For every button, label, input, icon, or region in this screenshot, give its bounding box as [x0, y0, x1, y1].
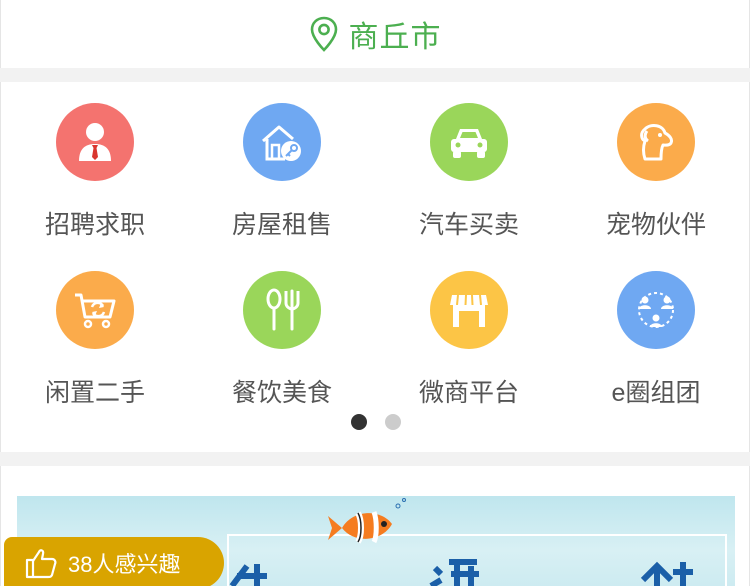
category-microbusiness[interactable]: 微商平台: [389, 271, 549, 421]
category-label: 汽车买卖: [418, 211, 519, 239]
banner-title-glyph: [229, 564, 267, 586]
category-food[interactable]: 餐饮美食: [202, 271, 362, 421]
category-label: 宠物伙伴: [605, 211, 706, 239]
category-grid: 招聘求职 房屋租售 汽车买卖 宠物伙伴 闲置二手 餐饮美食 微商平台 e圈组团: [0, 82, 750, 452]
pet-dog-icon: [617, 103, 695, 181]
banner-title-glyph: [429, 559, 479, 586]
spoon-fork-icon: [243, 271, 321, 349]
category-label: 微商平台: [418, 379, 519, 407]
page-dot-2[interactable]: [385, 414, 401, 430]
group-circle-icon: [617, 271, 695, 349]
recycle-cart-icon: [56, 271, 134, 349]
city-name: 商丘市: [348, 21, 442, 54]
page-indicator: [1, 414, 750, 434]
thumbs-up-icon: [25, 549, 57, 579]
category-label: 房屋租售: [231, 211, 332, 239]
category-pets[interactable]: 宠物伙伴: [576, 103, 736, 253]
recruitment-icon: [56, 103, 134, 181]
house-key-icon: [243, 103, 321, 181]
category-label: 闲置二手: [44, 379, 145, 407]
storefront-icon: [430, 271, 508, 349]
category-secondhand[interactable]: 闲置二手: [15, 271, 175, 421]
location-bar[interactable]: 商丘市: [0, 0, 750, 68]
car-icon: [430, 103, 508, 181]
clownfish-illustration: [328, 498, 406, 544]
interest-badge[interactable]: 38人感兴趣: [4, 537, 224, 586]
category-cars[interactable]: 汽车买卖: [389, 103, 549, 253]
banner-title-glyph: [640, 561, 693, 586]
category-recruitment[interactable]: 招聘求职: [15, 103, 175, 253]
location-pin-icon: [310, 16, 337, 52]
category-label: e圈组团: [611, 379, 701, 407]
category-housing[interactable]: 房屋租售: [202, 103, 362, 253]
interest-count: 38人感兴趣: [68, 552, 181, 577]
category-label: 餐饮美食: [231, 379, 332, 407]
category-label: 招聘求职: [44, 211, 145, 239]
category-egroup[interactable]: e圈组团: [576, 271, 736, 421]
page-dot-1[interactable]: [351, 414, 367, 430]
